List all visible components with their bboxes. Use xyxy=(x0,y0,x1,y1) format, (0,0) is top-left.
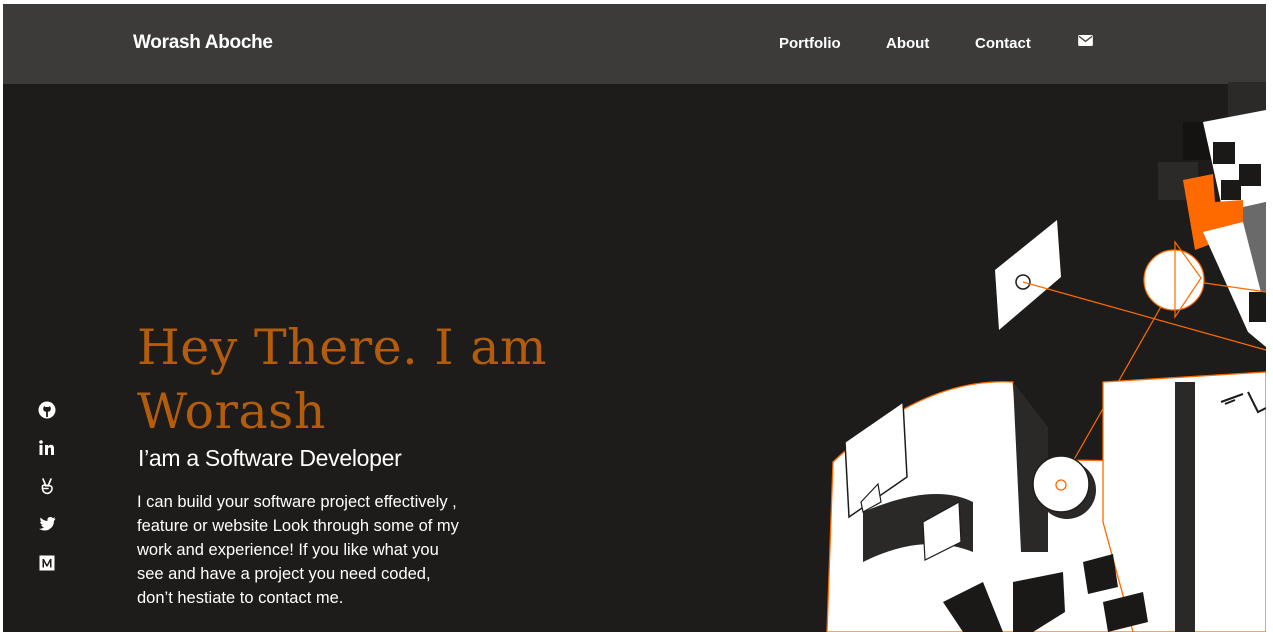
envelope-icon[interactable] xyxy=(1078,35,1093,46)
page: Worash Aboche Portfolio About Contact He… xyxy=(3,4,1266,632)
nav-link-about[interactable]: About xyxy=(886,35,929,52)
github-icon xyxy=(38,401,56,419)
hero-illustration xyxy=(826,82,1266,632)
nav-link-portfolio[interactable]: Portfolio xyxy=(779,35,841,52)
angellist-link[interactable] xyxy=(37,476,57,496)
hero-description: I can build your software project effect… xyxy=(137,493,459,607)
angellist-icon xyxy=(41,478,53,495)
linkedin-link[interactable] xyxy=(37,438,57,458)
medium-link[interactable] xyxy=(37,553,57,573)
twitter-icon xyxy=(39,517,56,531)
hero-title: Hey There. I am Worash xyxy=(137,319,547,440)
twitter-link[interactable] xyxy=(37,514,57,534)
nav-link-contact[interactable]: Contact xyxy=(975,35,1031,52)
brand-logo[interactable]: Worash Aboche xyxy=(133,32,273,54)
medium-icon xyxy=(39,555,55,571)
hero-subtitle: I’am a Software Developer xyxy=(138,445,402,471)
top-navbar: Worash Aboche Portfolio About Contact xyxy=(3,4,1266,84)
linkedin-icon xyxy=(39,440,54,455)
github-link[interactable] xyxy=(37,400,57,420)
